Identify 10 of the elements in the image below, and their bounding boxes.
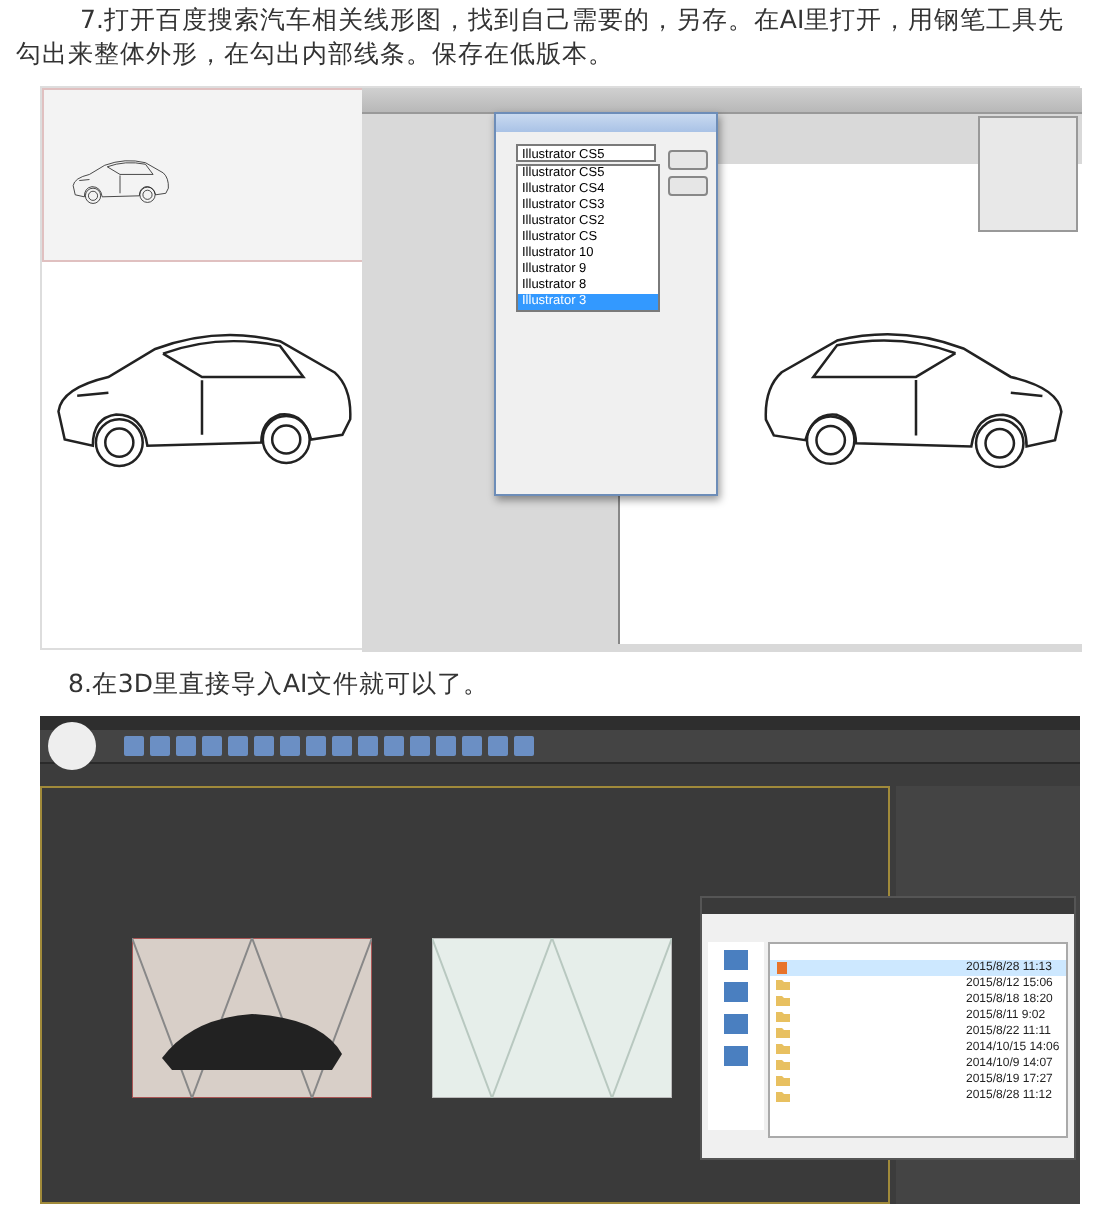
place-icon[interactable]: [724, 950, 748, 970]
place-icon[interactable]: [724, 1014, 748, 1034]
place-icon[interactable]: [724, 1046, 748, 1066]
ok-button[interactable]: [668, 150, 708, 170]
document-icon: [776, 962, 788, 974]
step-paragraph: 8.在3D里直接导入AI文件就可以了。: [66, 666, 492, 700]
cancel-button[interactable]: [668, 176, 708, 196]
step-paragraph: 7.打开百度搜索汽车相关线形图，找到自己需要的，另存。在AI里打开，用钢笔工具先勾出来整体外形，在勾出内部线条。保存在低版本。: [14, 2, 1067, 70]
side-panel: [978, 116, 1078, 232]
place-icon[interactable]: [724, 982, 748, 1002]
